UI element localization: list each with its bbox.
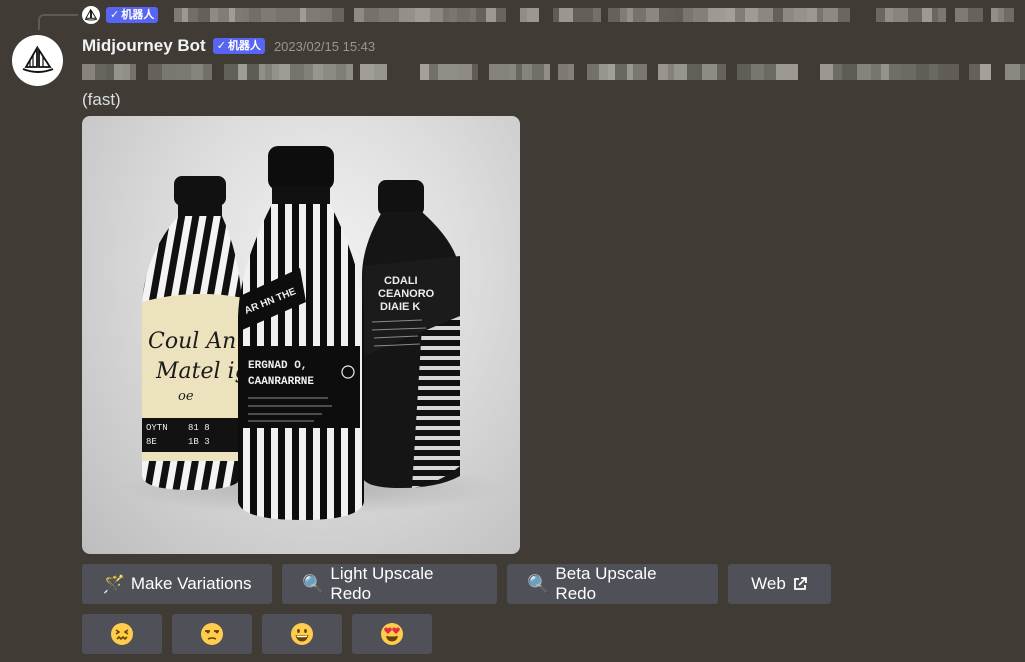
beta-upscale-redo-button[interactable]: 🔍 Beta Upscale Redo — [507, 564, 718, 604]
verified-check-icon: ✓ — [216, 39, 226, 52]
verified-check-icon: ✓ — [110, 8, 120, 21]
svg-text:DIAIE K: DIAIE K — [380, 301, 420, 313]
svg-text:Matel ig: Matel ig — [155, 359, 249, 384]
username[interactable]: Midjourney Bot — [82, 36, 206, 56]
svg-text:OYTN: OYTN — [146, 423, 168, 433]
heart-eyes-face-icon — [381, 623, 403, 645]
reply-badge-label: 机器人 — [121, 8, 155, 21]
reply-connector — [38, 14, 78, 30]
mode-text: (fast) — [82, 90, 121, 109]
bottle-center: AR HN THE ERGNAD O, CAANRARRNE — [238, 146, 364, 520]
reaction-heart-eyes-button[interactable] — [352, 614, 432, 654]
sailboat-icon — [84, 9, 98, 21]
action-buttons: 🪄 Make Variations 🔍 Light Upscale Redo 🔍… — [82, 564, 831, 604]
light-upscale-redo-label: Light Upscale Redo — [330, 564, 434, 603]
bot-badge: ✓ 机器人 — [212, 38, 265, 54]
reaction-confounded-button[interactable] — [82, 614, 162, 654]
message-header: Midjourney Bot ✓ 机器人 2023/02/15 15:43 — [82, 35, 375, 57]
unamused-face-icon — [201, 623, 223, 645]
bot-avatar[interactable] — [12, 35, 63, 86]
svg-text:8E: 8E — [146, 437, 157, 447]
magic-wand-icon: 🪄 — [102, 573, 125, 594]
bottles-illustration: CDALI CEANORO DIAIE K Coul Anu Matel ig … — [122, 146, 502, 520]
reaction-grinning-button[interactable] — [262, 614, 342, 654]
reply-preview-blurred[interactable] — [164, 8, 1015, 22]
chat-message: ✓ 机器人 Midjourney Bot ✓ 机器人 2023/02/15 15… — [0, 0, 1025, 662]
reply-bot-badge: ✓ 机器人 — [106, 7, 159, 23]
reaction-unamused-button[interactable] — [172, 614, 252, 654]
bot-badge-label: 机器人 — [227, 39, 261, 52]
external-link-icon — [793, 577, 807, 590]
grinning-face-icon — [291, 623, 313, 645]
reply-reference[interactable]: ✓ 机器人 — [82, 5, 1015, 25]
svg-text:81 8: 81 8 — [188, 423, 210, 433]
web-label: Web — [751, 574, 786, 593]
left-bottle-label: Coul Anu — [148, 329, 251, 354]
reaction-buttons — [82, 614, 432, 654]
bottle-right: CDALI CEANORO DIAIE K — [362, 180, 460, 488]
confounded-face-icon — [111, 623, 133, 645]
center-bottle-label: ERGNAD O, — [248, 360, 307, 372]
svg-text:1B 3: 1B 3 — [188, 437, 210, 447]
generated-image[interactable]: CDALI CEANORO DIAIE K Coul Anu Matel ig … — [82, 116, 520, 554]
make-variations-label: Make Variations — [130, 574, 252, 593]
right-bottle-label: CDALI — [384, 275, 418, 287]
timestamp[interactable]: 2023/02/15 15:43 — [274, 39, 375, 54]
sailboat-icon — [22, 45, 53, 73]
make-variations-button[interactable]: 🪄 Make Variations — [82, 564, 272, 604]
magnifier-icon: 🔍 — [302, 573, 325, 594]
beta-upscale-redo-label: Beta Upscale Redo — [555, 564, 657, 603]
light-upscale-redo-button[interactable]: 🔍 Light Upscale Redo — [282, 564, 497, 604]
magnifier-icon: 🔍 — [527, 573, 550, 594]
svg-text:CEANORO: CEANORO — [378, 288, 435, 300]
reply-avatar[interactable] — [82, 6, 100, 24]
svg-text:CAANRARRNE: CAANRARRNE — [248, 376, 314, 388]
web-button[interactable]: Web — [728, 564, 831, 604]
svg-text:oe: oe — [178, 389, 194, 404]
bottle-left: Coul Anu Matel ig oe OYTN 81 8 8E 1B 3 — [142, 176, 251, 490]
prompt-text-blurred — [82, 64, 1025, 82]
